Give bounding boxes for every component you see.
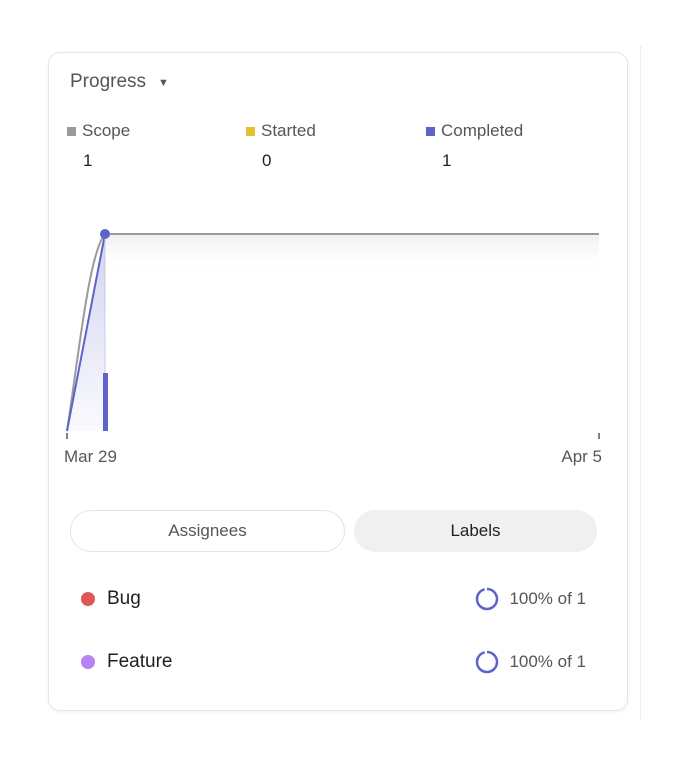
progress-ring-icon [476, 587, 499, 611]
label-name-bug: Bug [107, 588, 141, 609]
breakdown-tabs: Assignees Labels [70, 510, 597, 552]
scope-area [105, 234, 599, 323]
label-progress-bug: 100% of 1 [509, 589, 586, 608]
x-tick-label-start: Mar 29 [64, 447, 117, 466]
label-progress-feature: 100% of 1 [509, 652, 586, 671]
label-row-bug[interactable]: Bug 100% of 1 [81, 584, 586, 614]
panel-divider [640, 46, 641, 720]
x-tick-label-end: Apr 5 [561, 447, 602, 466]
label-row-feature[interactable]: Feature 100% of 1 [81, 647, 586, 677]
label-name-feature: Feature [107, 651, 173, 672]
completed-bar [103, 373, 108, 431]
progress-card: Progress ▼ Scope 1 Started 0 Completed 1 [48, 52, 628, 711]
completed-point [100, 229, 110, 239]
progress-chart: Mar 29 Apr 5 [64, 229, 602, 466]
tab-labels[interactable]: Labels [354, 510, 597, 552]
bug-color-dot [81, 592, 95, 606]
feature-color-dot [81, 655, 95, 669]
progress-ring-icon [476, 650, 499, 674]
tab-assignees[interactable]: Assignees [70, 510, 345, 552]
